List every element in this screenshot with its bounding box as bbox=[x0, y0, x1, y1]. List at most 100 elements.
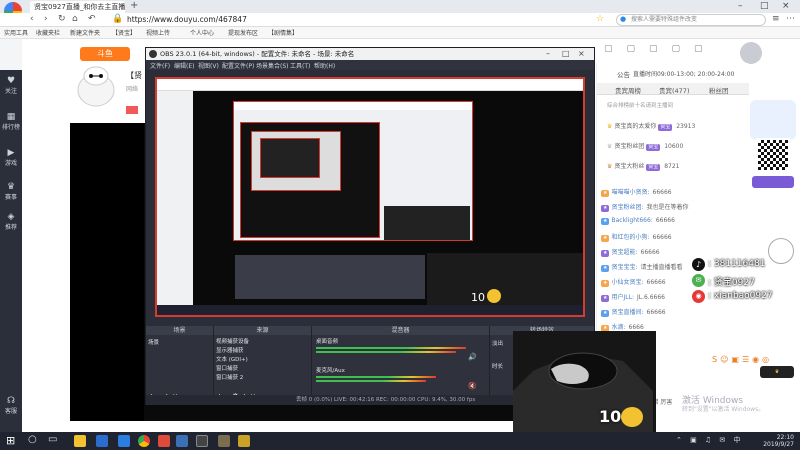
chat-message[interactable]: ★ 贤宝超能: 66666 bbox=[601, 247, 660, 257]
obs-close-icon[interactable]: × bbox=[578, 49, 585, 58]
rank-name: 贤宝大粉丝 bbox=[614, 163, 645, 170]
tiktok-icon: ♪ bbox=[692, 258, 705, 271]
rank-row[interactable]: ♛ 贤宝大粉丝 贤宝 8721 bbox=[607, 161, 679, 171]
crown-icon: ♛ bbox=[607, 163, 613, 170]
bookmark-item[interactable]: 实用工具 bbox=[4, 28, 28, 37]
tab-vip[interactable]: 贵宾(477) bbox=[659, 85, 689, 95]
rank-score: 23913 bbox=[676, 123, 696, 130]
gift-button[interactable]: ♛ bbox=[760, 366, 794, 378]
sources-dock: 来源 视频捕获设备 显示器捕获 文本 (GDI+) 窗口捕获 窗口捕获 2 + … bbox=[214, 326, 312, 405]
chat-message[interactable]: ★ 和红包的小狗: 66666 bbox=[601, 232, 672, 242]
bookmark-item[interactable]: 收藏夹栏 bbox=[36, 28, 60, 37]
back-icon[interactable]: ‹ bbox=[30, 14, 34, 24]
obs-taskbar-icon[interactable] bbox=[196, 435, 208, 447]
header-icons: ▢▢▢▢▢ bbox=[604, 44, 717, 54]
refresh-icon[interactable]: ↻ bbox=[58, 14, 66, 24]
clock[interactable]: 22:10 2019/9/27 bbox=[763, 434, 794, 448]
forward-icon[interactable]: › bbox=[44, 14, 48, 24]
chat-message[interactable]: ★ 贤宝宝宝: 请主播直播看看 bbox=[601, 262, 683, 272]
source-item[interactable]: 视频捕获设备 bbox=[216, 337, 249, 345]
close-tab-icon[interactable]: × bbox=[118, 1, 125, 10]
user-avatar[interactable] bbox=[740, 42, 762, 64]
steam-icon[interactable] bbox=[176, 435, 188, 447]
sidebar-item-follow[interactable]: ♥ 关注 bbox=[0, 76, 22, 95]
undo-icon[interactable]: ↶ bbox=[88, 14, 96, 24]
bookmark-item[interactable]: 【剧情集】 bbox=[268, 28, 298, 37]
source-item[interactable]: 窗口捕获 bbox=[216, 364, 238, 372]
source-item[interactable]: 显示器捕获 bbox=[216, 346, 244, 354]
menu-help[interactable]: 帮助(H) bbox=[314, 61, 335, 70]
chat-message[interactable]: ★ 小仙女贤宝: 66666 bbox=[601, 277, 666, 287]
clock-time: 22:10 bbox=[776, 434, 794, 441]
streamer-avatar[interactable] bbox=[72, 62, 132, 122]
menu-icon[interactable]: ≡ bbox=[772, 14, 780, 24]
search-taskbar-icon[interactable]: ○ bbox=[28, 434, 37, 445]
sidebar-item-match[interactable]: ♛ 赛事 bbox=[0, 182, 22, 201]
promo-mascot[interactable] bbox=[750, 100, 796, 140]
more-icon[interactable]: ⋯ bbox=[786, 14, 795, 24]
qq-icon[interactable] bbox=[118, 435, 130, 447]
task-view-icon[interactable]: ▭ bbox=[48, 434, 57, 445]
desktop-audio-meter bbox=[316, 347, 466, 349]
panel-tabs: 贵宾周榜 贵宾(477) 粉丝团 bbox=[597, 83, 749, 95]
close-window-icon[interactable]: × bbox=[782, 1, 790, 11]
menu-view[interactable]: 视图(V) bbox=[198, 61, 219, 70]
bookmark-item[interactable]: 新建文件夹 bbox=[70, 28, 100, 37]
app-icon[interactable] bbox=[158, 435, 170, 447]
new-tab-icon[interactable]: + bbox=[130, 0, 138, 11]
obs-minimize-icon[interactable]: – bbox=[546, 49, 550, 58]
app2-icon[interactable] bbox=[218, 435, 230, 447]
menu-tools[interactable]: 工具(T) bbox=[290, 61, 310, 70]
tray-icons[interactable]: ⌃ ▣ ♫ ✉ 中 bbox=[676, 435, 744, 445]
windows-start-icon[interactable]: ⊞ bbox=[6, 434, 15, 447]
minimize-icon[interactable]: – bbox=[738, 1, 743, 11]
rank-row[interactable]: ♛ 贤宝真的太爱你 贤宝 23913 bbox=[607, 121, 695, 131]
chat-user: 用户JLL: bbox=[611, 294, 634, 301]
bookmark-item[interactable]: 【贤宝】 bbox=[112, 28, 136, 37]
home-icon[interactable]: ⌂ bbox=[72, 14, 78, 24]
mixer-header: 混音器 bbox=[312, 326, 489, 335]
explorer-icon[interactable] bbox=[74, 435, 86, 447]
left-sidebar: ♥ 关注 ▦ 排行榜 ▶ 游戏 ♛ 赛事 ◈ 推荐 ☊ 客服 bbox=[0, 70, 22, 432]
chat-user: 贤宝粉丝团: bbox=[611, 204, 644, 211]
chrome-icon[interactable] bbox=[138, 435, 150, 447]
source-item[interactable]: 窗口捕获 2 bbox=[216, 373, 243, 381]
chat-text: 66666 bbox=[652, 189, 672, 196]
obs-preview[interactable]: 10 bbox=[155, 77, 585, 317]
chat-message[interactable]: ★ 喵喵喵小贤贤: 66666 bbox=[601, 187, 672, 197]
app3-icon[interactable] bbox=[238, 435, 250, 447]
douyu-logo-icon[interactable]: 斗鱼 bbox=[80, 47, 130, 61]
sidebar-item-game[interactable]: ▶ 游戏 bbox=[0, 148, 22, 167]
source-item[interactable]: 文本 (GDI+) bbox=[216, 355, 248, 363]
speaker-icon[interactable]: 🔊 bbox=[468, 353, 477, 361]
transition-type[interactable]: 淡出 bbox=[492, 339, 503, 347]
bookmark-item[interactable]: 视频上传 bbox=[146, 28, 170, 37]
obs-maximize-icon[interactable]: □ bbox=[562, 49, 570, 58]
search-input[interactable]: 搜索人需要特殊组件改变 bbox=[616, 14, 766, 26]
tab-fans[interactable]: 粉丝团 bbox=[709, 85, 729, 95]
bookmark-item[interactable]: 提现发布区 bbox=[228, 28, 258, 37]
url-field[interactable]: https://www.douyu.com/467847 bbox=[124, 14, 604, 26]
star-icon[interactable]: ☆ bbox=[596, 14, 604, 24]
chat-message[interactable]: ★ Backlight666: 66666 bbox=[601, 217, 675, 225]
menu-scene-collection[interactable]: 场景集合(S) bbox=[256, 61, 289, 70]
promo-button[interactable] bbox=[752, 176, 794, 188]
tab-douyu[interactable]: 贤宝0927直播_和你去主直播_斗... bbox=[30, 1, 125, 13]
rank-row[interactable]: ♛ 贤宝粉丝团 贤宝 10600 bbox=[607, 141, 683, 151]
scene-item[interactable]: 场景 bbox=[148, 338, 159, 346]
bookmark-item[interactable]: 个人中心 bbox=[190, 28, 214, 37]
shield-icon: ◈ bbox=[7, 212, 15, 222]
chat-message[interactable]: ★ 用户JLL: JL.6.6666 bbox=[601, 292, 665, 302]
sidebar-item-service[interactable]: ☊ 客服 bbox=[0, 396, 22, 415]
mic-mute-icon[interactable]: 🔇 bbox=[468, 382, 477, 390]
edge-icon[interactable] bbox=[96, 435, 108, 447]
chat-message[interactable]: ★ 贤宝直播间: 66666 bbox=[601, 307, 666, 317]
sidebar-item-recommend[interactable]: ◈ 推荐 bbox=[0, 212, 22, 231]
chat-message[interactable]: ★ 贤宝粉丝团: 我也是在等着你 bbox=[601, 202, 689, 212]
menu-edit[interactable]: 编辑(E) bbox=[174, 61, 194, 70]
menu-profile[interactable]: 配置文件(P) bbox=[222, 61, 254, 70]
tab-weekly-rank[interactable]: 贵宾周榜 bbox=[615, 85, 641, 95]
sidebar-item-rank[interactable]: ▦ 排行榜 bbox=[0, 112, 22, 131]
maximize-icon[interactable]: □ bbox=[760, 1, 769, 11]
menu-file[interactable]: 文件(F) bbox=[150, 61, 170, 70]
